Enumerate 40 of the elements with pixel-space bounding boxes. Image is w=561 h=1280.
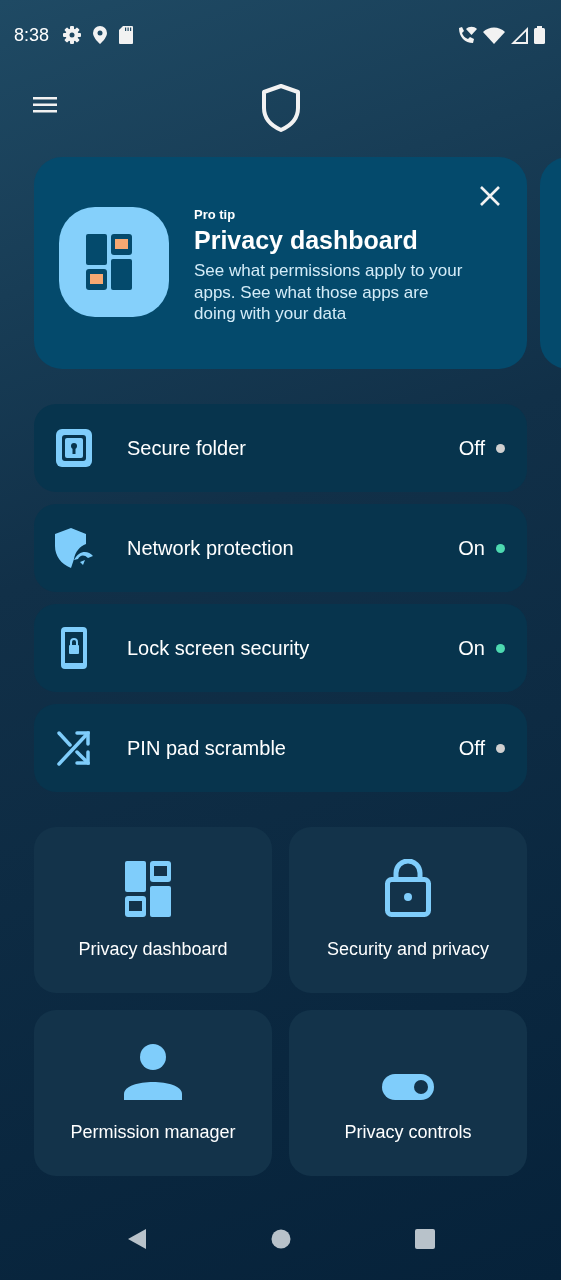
feature-label: Secure folder xyxy=(127,436,247,460)
person-icon xyxy=(124,1044,182,1100)
tip-description: See what permissions apply to your apps. See what those apps are doing with your data xyxy=(194,260,464,325)
tip-title: Privacy dashboard xyxy=(194,226,419,255)
signal-icon xyxy=(511,26,528,44)
feature-row[interactable]: PIN pad scramble Off xyxy=(34,704,527,792)
shortcut-tile[interactable]: Permission manager xyxy=(34,1010,272,1176)
status-text: Off xyxy=(458,436,485,460)
status-text: Off xyxy=(458,736,485,760)
feature-label: PIN pad scramble xyxy=(127,736,287,760)
recents-button[interactable] xyxy=(414,1229,435,1249)
lock-folder-icon xyxy=(56,429,92,467)
feature-row[interactable]: Secure folder Off xyxy=(34,404,527,492)
menu-button[interactable] xyxy=(33,95,59,115)
gear-icon xyxy=(63,26,82,44)
clock: 8:38 xyxy=(14,24,50,46)
wifi-icon xyxy=(483,26,505,44)
feature-label: Network protection xyxy=(127,536,295,560)
location-pin-icon xyxy=(93,26,108,44)
toggle-icon xyxy=(382,1074,434,1100)
wifi-call-icon xyxy=(457,26,477,44)
shield-icon xyxy=(261,84,301,132)
shield-wifi-icon xyxy=(55,528,93,568)
feature-row[interactable]: Lock screen security On xyxy=(34,604,527,692)
status-text: On xyxy=(458,536,485,560)
shuffle-icon xyxy=(57,730,91,766)
tip-eyebrow: Pro tip xyxy=(194,207,237,222)
home-button[interactable] xyxy=(270,1229,291,1249)
shortcut-tile[interactable]: Privacy dashboard xyxy=(34,827,272,993)
status-text: On xyxy=(458,636,485,660)
sd-card-icon xyxy=(119,26,134,44)
back-button[interactable] xyxy=(126,1228,147,1250)
battery-icon xyxy=(534,26,545,44)
shortcut-tile[interactable]: Security and privacy xyxy=(289,827,527,993)
shortcut-tile[interactable]: Privacy controls xyxy=(289,1010,527,1176)
close-button[interactable] xyxy=(479,185,501,207)
feature-row[interactable]: Network protection On xyxy=(34,504,527,592)
padlock-icon xyxy=(385,859,431,917)
phone-lock-icon xyxy=(61,627,87,669)
feature-label: Lock screen security xyxy=(127,636,311,660)
